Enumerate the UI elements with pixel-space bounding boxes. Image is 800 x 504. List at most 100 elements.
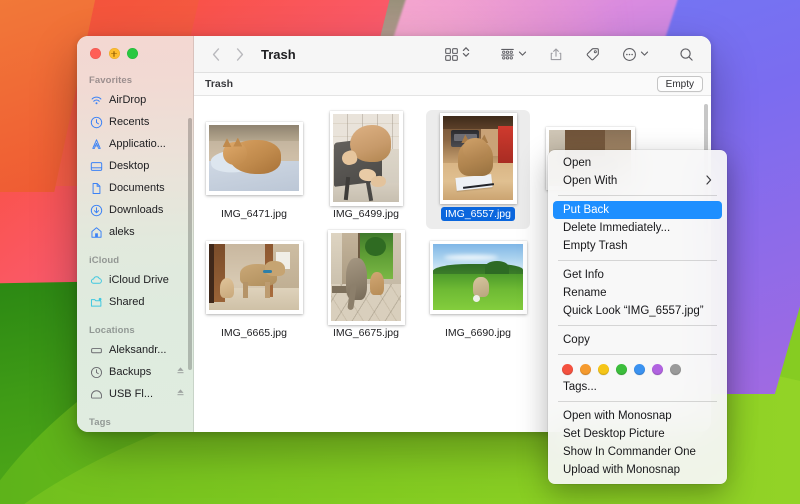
search-button[interactable]	[674, 43, 699, 65]
sidebar-item-downloads[interactable]: Downloads	[77, 199, 194, 221]
file-name-label[interactable]: IMG_6499.jpg	[329, 207, 403, 221]
view-mode-button[interactable]	[439, 43, 475, 65]
sidebar-item-label: iCloud Drive	[109, 274, 169, 286]
photo-dog-in-field	[433, 244, 523, 310]
context-menu-item-put-back[interactable]: Put Back	[553, 201, 722, 219]
context-menu-item-set-desktop-picture[interactable]: Set Desktop Picture	[553, 425, 722, 443]
sidebar-item-desktop[interactable]: Desktop	[77, 155, 194, 177]
download-icon	[89, 203, 103, 217]
tag-color-blue[interactable]	[634, 364, 645, 375]
context-menu-item-quick-look[interactable]: Quick Look “IMG_6557.jpg”	[553, 302, 722, 320]
context-menu-item-open-with[interactable]: Open With	[553, 172, 722, 190]
tag-button[interactable]	[580, 43, 605, 65]
sidebar-item-airdrop[interactable]: AirDrop	[77, 89, 194, 111]
group-by-button[interactable]	[495, 43, 532, 65]
file-item-selected[interactable]: IMG_6557.jpg	[426, 110, 530, 229]
context-menu-item-delete-immediately[interactable]: Delete Immediately...	[553, 219, 722, 237]
context-menu-item-get-info[interactable]: Get Info	[553, 266, 722, 284]
file-name-label[interactable]: IMG_6471.jpg	[217, 207, 291, 221]
chevron-down-icon	[518, 45, 527, 63]
more-actions-button[interactable]	[617, 43, 654, 65]
sidebar[interactable]: Favorites AirDrop Recents Applicatio...	[77, 36, 194, 432]
sidebar-item-computer[interactable]: Aleksandr...	[77, 339, 194, 361]
context-menu-item-show-in-commander-one[interactable]: Show In Commander One	[553, 443, 722, 461]
zoom-button[interactable]	[127, 48, 138, 59]
back-button[interactable]	[208, 45, 223, 63]
sidebar-item-documents[interactable]: Documents	[77, 177, 194, 199]
close-button[interactable]	[90, 48, 101, 59]
navigation-buttons[interactable]	[208, 45, 247, 63]
context-menu-item-open-with-monosnap[interactable]: Open with Monosnap	[553, 407, 722, 425]
file-thumbnail-wrap	[205, 235, 303, 319]
forward-button[interactable]	[232, 45, 247, 63]
context-menu-item-label: Delete Immediately...	[563, 222, 671, 234]
sidebar-scrollbar[interactable]	[188, 118, 192, 370]
sidebar-item-label: Downloads	[109, 204, 164, 216]
file-thumbnail	[205, 121, 303, 195]
context-menu-separator	[558, 325, 717, 326]
context-menu-item-label: Empty Trash	[563, 240, 628, 252]
file-thumbnail-wrap	[429, 235, 527, 319]
context-menu-item-tags[interactable]: Tags...	[553, 378, 722, 396]
tag-color-purple[interactable]	[652, 364, 663, 375]
file-thumbnail	[439, 112, 517, 204]
sidebar-item-icloud-drive[interactable]: iCloud Drive	[77, 269, 194, 291]
tag-color-red[interactable]	[562, 364, 573, 375]
sidebar-item-home[interactable]: aleks	[77, 221, 194, 243]
file-item[interactable]: IMG_6675.jpg	[314, 229, 418, 348]
file-thumbnail	[327, 229, 405, 325]
context-menu-separator	[558, 354, 717, 355]
file-name-label[interactable]: IMG_6675.jpg	[329, 326, 403, 340]
context-menu[interactable]: Open Open With Put Back Delete Immediate…	[548, 150, 727, 484]
context-menu-item-label: Open	[563, 157, 592, 169]
timemachine-icon	[89, 365, 103, 379]
minimize-button[interactable]	[108, 48, 120, 59]
empty-trash-button[interactable]: Empty	[656, 76, 703, 92]
context-menu-item-label: Open with Monosnap	[563, 410, 672, 422]
sidebar-item-label: Aleksandr...	[109, 344, 167, 356]
context-menu-item-empty-trash[interactable]: Empty Trash	[553, 237, 722, 255]
file-name-label[interactable]: IMG_6557.jpg	[441, 207, 515, 221]
share-button[interactable]	[544, 43, 568, 65]
file-item[interactable]: IMG_6690.jpg	[426, 229, 530, 348]
photo-cat-at-door	[331, 233, 401, 321]
tag-color-orange[interactable]	[580, 364, 591, 375]
eject-icon[interactable]	[175, 387, 186, 401]
context-menu-item-rename[interactable]: Rename	[553, 284, 722, 302]
document-icon	[89, 181, 103, 195]
context-menu-item-copy[interactable]: Copy	[553, 331, 722, 349]
sidebar-item-label: Backups	[109, 366, 152, 378]
desktop-icon	[89, 159, 103, 173]
sidebar-scroll-area[interactable]: Favorites AirDrop Recents Applicatio...	[77, 72, 194, 432]
cloud-icon	[89, 273, 103, 287]
context-menu-separator	[558, 401, 717, 402]
tag-color-yellow[interactable]	[598, 364, 609, 375]
context-menu-item-open[interactable]: Open	[553, 154, 722, 172]
window-controls[interactable]	[90, 48, 138, 59]
sidebar-item-label: aleks	[109, 226, 135, 238]
sidebar-item-applications[interactable]: Applicatio...	[77, 133, 194, 155]
eject-icon[interactable]	[175, 365, 186, 379]
path-bar: Trash Empty	[194, 73, 711, 96]
sidebar-item-shared[interactable]: Shared	[77, 291, 194, 313]
file-item[interactable]: IMG_6471.jpg	[202, 110, 306, 229]
file-name-label[interactable]: IMG_6690.jpg	[441, 326, 515, 340]
tag-color-gray[interactable]	[670, 364, 681, 375]
sidebar-item-usb-drive[interactable]: USB Fl...	[77, 383, 194, 405]
photo-dog-and-cat-hallway	[209, 244, 299, 310]
sidebar-group-locations-title: Locations	[89, 325, 135, 336]
context-menu-tag-colors[interactable]	[548, 360, 727, 378]
chevron-updown-icon	[462, 45, 470, 64]
sidebar-item-backups[interactable]: Backups	[77, 361, 194, 383]
context-menu-item-upload-with-monosnap[interactable]: Upload with Monosnap	[553, 461, 722, 479]
clock-icon	[89, 115, 103, 129]
applications-icon	[89, 137, 103, 151]
file-name-label[interactable]: IMG_6665.jpg	[217, 326, 291, 340]
file-item[interactable]: IMG_6499.jpg	[314, 110, 418, 229]
sidebar-item-recents[interactable]: Recents	[77, 111, 194, 133]
tag-color-green[interactable]	[616, 364, 627, 375]
sidebar-item-label: AirDrop	[109, 94, 147, 106]
file-item[interactable]: IMG_6665.jpg	[202, 229, 306, 348]
